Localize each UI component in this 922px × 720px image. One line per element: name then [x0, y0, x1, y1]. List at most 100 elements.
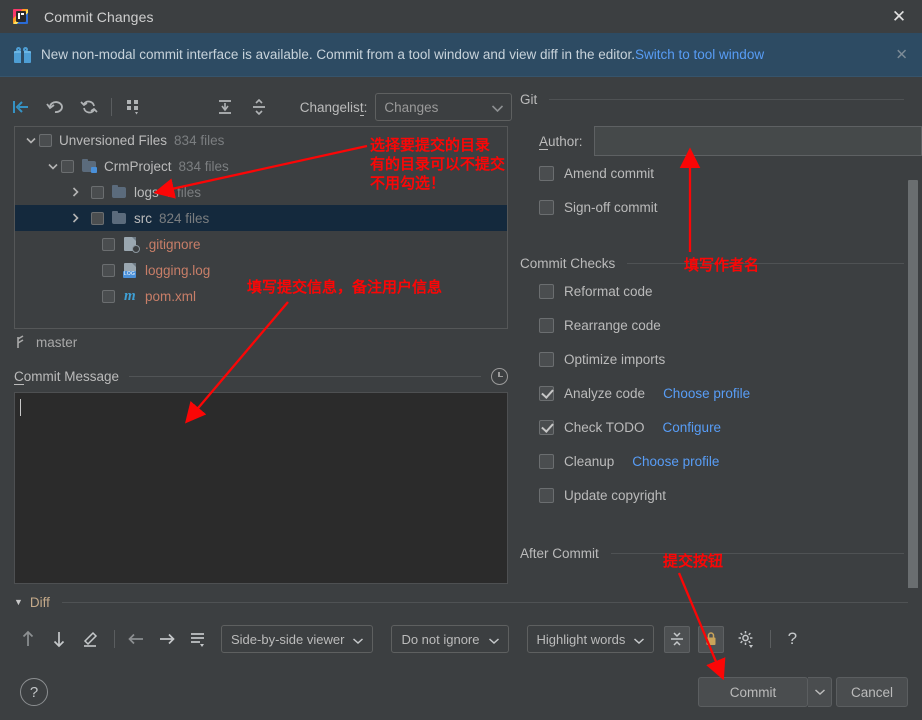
rearrange-code-row[interactable]: Rearrange code: [512, 308, 922, 342]
amend-commit-checkbox[interactable]: [539, 165, 554, 181]
diff-help-icon[interactable]: ?: [778, 625, 806, 653]
branch-name: master: [36, 334, 78, 350]
tree-row-label: Unversioned Files: [59, 132, 168, 148]
changelist-label: Changelist:: [299, 99, 368, 116]
close-icon[interactable]: ✕: [876, 0, 922, 33]
update-copyright-label: Update copyright: [564, 487, 667, 503]
tree-row-label: logs: [134, 184, 159, 200]
chevron-down-icon[interactable]: [23, 137, 39, 144]
update-copyright-row[interactable]: Update copyright: [512, 478, 922, 512]
ignore-mode-dropdown[interactable]: Do not ignore: [391, 625, 509, 653]
chevron-right-icon[interactable]: [67, 187, 83, 197]
switch-to-tool-window-link[interactable]: Switch to tool window: [635, 47, 764, 62]
module-folder-icon: [81, 158, 98, 174]
collapse-all-icon[interactable]: [246, 93, 272, 121]
rearrange-code-checkbox[interactable]: [539, 317, 554, 333]
commit-message-label: Commit Message: [14, 368, 120, 385]
cancel-button[interactable]: Cancel: [836, 677, 908, 707]
commit-checks-title: Commit Checks: [520, 255, 616, 271]
gift-icon: [14, 46, 31, 63]
previous-difference-icon[interactable]: [14, 625, 42, 653]
diff-toolbar: Side-by-side viewer Do not ignore Highli…: [14, 622, 908, 656]
intellij-idea-logo-icon: [12, 8, 30, 26]
gear-icon[interactable]: [732, 625, 760, 653]
author-row: Author:: [512, 126, 922, 156]
apply-right-icon[interactable]: [153, 625, 181, 653]
amend-commit-row[interactable]: Amend commit: [512, 156, 922, 190]
optimize-imports-label: Optimize imports: [564, 351, 666, 367]
check-todo-configure-link[interactable]: Configure: [663, 420, 722, 435]
commit-button[interactable]: Commit: [698, 677, 808, 707]
diff-section-header[interactable]: ▼ Diff: [14, 592, 908, 612]
clock-history-icon[interactable]: [491, 367, 508, 385]
highlight-mode-dropdown[interactable]: Highlight words: [526, 625, 655, 653]
tree-checkbox[interactable]: [91, 211, 104, 225]
optimize-imports-checkbox[interactable]: [539, 351, 554, 367]
tree-row-src[interactable]: src 824 files: [15, 205, 507, 231]
reformat-code-checkbox[interactable]: [539, 283, 554, 299]
annotate-icon[interactable]: [76, 625, 104, 653]
tree-checkbox[interactable]: [102, 237, 115, 251]
git-section-title: Git: [520, 91, 538, 107]
apply-left-icon[interactable]: [122, 625, 150, 653]
sign-off-commit-checkbox[interactable]: [539, 199, 554, 215]
tree-checkbox[interactable]: [39, 133, 52, 147]
next-difference-icon[interactable]: [45, 625, 73, 653]
check-todo-label: Check TODO: [564, 419, 645, 435]
options-scrollbar[interactable]: [908, 180, 918, 588]
check-todo-row[interactable]: Check TODO Configure: [512, 410, 922, 444]
lock-icon[interactable]: [698, 625, 725, 653]
divider: [610, 552, 904, 554]
tree-checkbox[interactable]: [91, 185, 104, 199]
dialog-footer: ? Commit Cancel: [0, 664, 922, 720]
toolbar-separator: [114, 630, 115, 648]
move-to-changelist-icon[interactable]: [8, 93, 34, 121]
tree-row-gitignore[interactable]: .gitignore: [15, 231, 507, 257]
commit-dropdown-button[interactable]: [808, 677, 832, 707]
tree-checkbox[interactable]: [61, 159, 74, 173]
git-section-header: Git: [512, 88, 922, 110]
help-button[interactable]: ?: [20, 678, 48, 706]
changelist-dropdown[interactable]: Changes: [375, 93, 512, 121]
editor-settings-icon[interactable]: [184, 625, 212, 653]
tree-checkbox[interactable]: [102, 263, 115, 277]
sign-off-commit-row[interactable]: Sign-off commit: [512, 190, 922, 224]
tree-row-logs[interactable]: logs 7 files: [15, 179, 507, 205]
title-bar: Commit Changes ✕: [0, 0, 922, 33]
tree-row-crmproject[interactable]: CrmProject 834 files: [15, 153, 507, 179]
cleanup-choose-profile-link[interactable]: Choose profile: [632, 454, 719, 469]
text-caret: [20, 399, 21, 416]
tree-row-pom-xml[interactable]: m pom.xml: [15, 283, 507, 309]
cleanup-row[interactable]: Cleanup Choose profile: [512, 444, 922, 478]
analyze-code-row[interactable]: Analyze code Choose profile: [512, 376, 922, 410]
author-input[interactable]: [594, 126, 922, 156]
expand-all-icon[interactable]: [212, 93, 238, 121]
tree-checkbox[interactable]: [102, 289, 115, 303]
triangle-down-icon[interactable]: ▼: [14, 597, 23, 607]
analyze-code-checkbox[interactable]: [539, 385, 554, 401]
optimize-imports-row[interactable]: Optimize imports: [512, 342, 922, 376]
folder-icon: [111, 210, 128, 226]
group-by-icon[interactable]: [122, 93, 148, 121]
chevron-down-icon[interactable]: [45, 163, 61, 170]
commit-changes-dialog: Commit Changes ✕ New non-modal commit in…: [0, 0, 922, 720]
viewer-mode-value: Side-by-side viewer: [231, 631, 345, 647]
check-todo-checkbox[interactable]: [539, 419, 554, 435]
commit-message-input[interactable]: [14, 392, 508, 584]
reformat-code-row[interactable]: Reformat code: [512, 274, 922, 308]
collapse-unchanged-icon[interactable]: [664, 625, 691, 653]
chevron-down-icon: [634, 632, 645, 647]
changes-tree[interactable]: Unversioned Files 834 files CrmProject 8…: [14, 126, 508, 329]
chevron-right-icon[interactable]: [67, 213, 83, 223]
cleanup-checkbox[interactable]: [539, 453, 554, 469]
commit-message-header: Commit Message: [14, 365, 508, 387]
diff-section-title: Diff: [29, 594, 50, 610]
notification-close-icon[interactable]: ✕: [895, 47, 908, 62]
analyze-code-choose-profile-link[interactable]: Choose profile: [663, 386, 750, 401]
revert-icon[interactable]: [42, 93, 68, 121]
tree-row-unversioned-files[interactable]: Unversioned Files 834 files: [15, 127, 507, 153]
viewer-mode-dropdown[interactable]: Side-by-side viewer: [221, 625, 374, 653]
tree-row-logging-log[interactable]: LOG logging.log: [15, 257, 507, 283]
update-copyright-checkbox[interactable]: [539, 487, 554, 503]
refresh-icon[interactable]: [76, 93, 102, 121]
